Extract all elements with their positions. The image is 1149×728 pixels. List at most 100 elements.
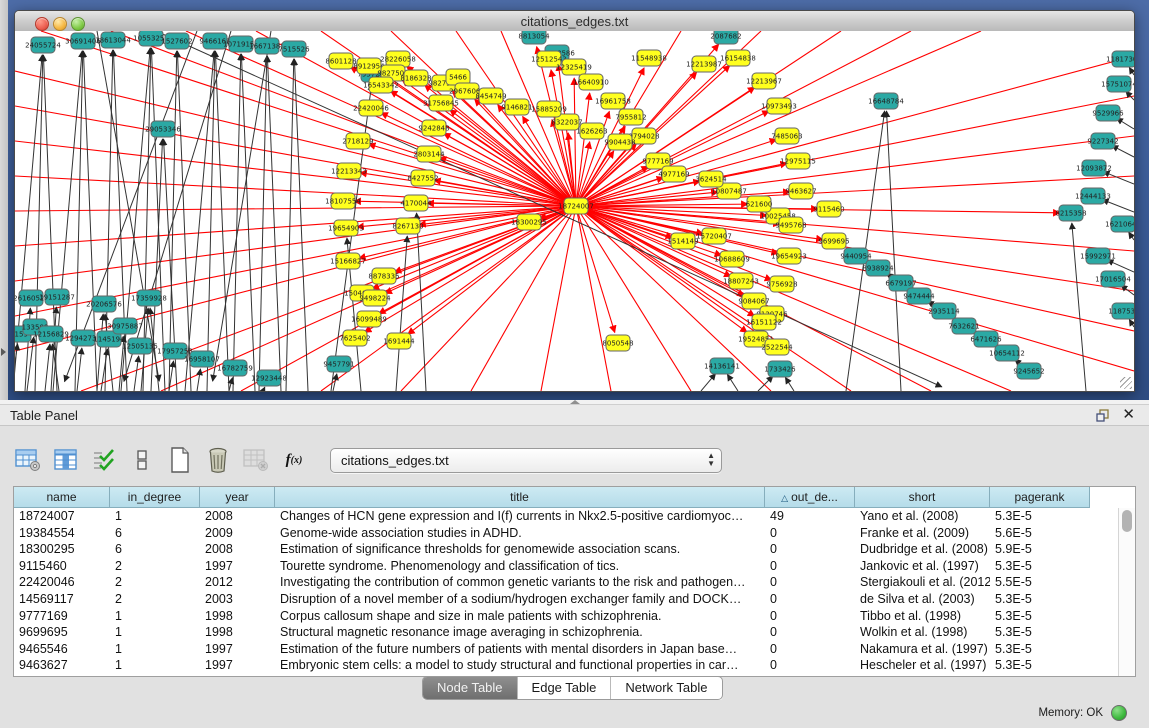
table-cell[interactable]: Stergiakouli et al. (2012) [855,574,990,591]
network-node[interactable]: 9699695 [818,233,849,249]
table-cell[interactable]: 0 [765,641,855,658]
divider-handle-icon[interactable] [570,400,580,404]
network-node[interactable]: 9495768 [775,217,806,233]
network-node[interactable]: 10688609 [714,251,750,267]
network-node[interactable]: 3624514 [695,171,727,187]
column-header-pagerank[interactable]: pagerank [990,487,1090,508]
network-node[interactable]: 16648784 [868,93,904,109]
collapsed-panel-arrow-icon[interactable] [1,348,6,356]
network-node[interactable]: 15751074 [1101,76,1134,92]
table-cell[interactable]: 5.3E-5 [990,657,1090,674]
network-node[interactable]: 11817304 [1106,51,1134,67]
tab-node-table[interactable]: Node Table [423,677,518,699]
table-cell[interactable]: 19384554 [14,525,110,542]
network-node[interactable]: 1527602 [161,33,192,49]
table-cell[interactable]: 14569117 [14,591,110,608]
table-row[interactable]: 1872400712008Changes of HCN gene express… [14,508,1119,525]
network-node[interactable]: 6471626 [970,331,1002,347]
table-cell[interactable]: 0 [765,525,855,542]
table-cell[interactable]: 18724007 [14,508,110,525]
new-table-icon[interactable] [166,446,194,474]
network-node[interactable]: 24055724 [25,37,61,53]
network-node[interactable]: 9904438 [604,134,635,150]
table-cell[interactable]: 5.3E-5 [990,558,1090,575]
table-cell[interactable]: 9777169 [14,608,110,625]
table-cell[interactable]: Corpus callosum shape and size in male p… [275,608,765,625]
column-header-in_degree[interactable]: in_degree [110,487,200,508]
table-cell[interactable]: 0 [765,608,855,625]
table-cell[interactable]: 18300295 [14,541,110,558]
network-node[interactable]: 1733426 [764,361,796,377]
table-row[interactable]: 977716911998Corpus callosum shape and si… [14,608,1119,625]
network-node[interactable]: 19151287 [39,289,75,305]
table-cell[interactable]: Investigating the contribution of common… [275,574,765,591]
network-node[interactable]: 16210643 [1105,216,1134,232]
network-node[interactable]: 8050548 [602,335,633,351]
table-cell[interactable]: 2008 [200,508,275,525]
network-node[interactable]: 7955812 [615,109,646,125]
network-node[interactable]: 2718129 [342,133,373,149]
table-cell[interactable]: 49 [765,508,855,525]
network-node[interactable]: 14136141 [704,358,740,374]
delete-table-icon[interactable] [204,446,232,474]
table-cell[interactable]: 5.3E-5 [990,508,1090,525]
network-node[interactable]: 1514149 [667,233,698,249]
network-node[interactable]: 19654903 [328,220,364,236]
table-cell[interactable]: Nakamura et al. (1997) [855,641,990,658]
network-node[interactable]: 12923448 [251,370,287,386]
table-cell[interactable]: 1 [110,608,200,625]
table-cell[interactable]: 1997 [200,641,275,658]
vertical-scrollbar[interactable] [1118,508,1135,676]
table-cell[interactable]: 9699695 [14,624,110,641]
network-node[interactable]: 8878335 [368,268,399,284]
table-cell[interactable]: Tourette syndrome. Phenomenology and cla… [275,558,765,575]
table-cell[interactable]: 5.3E-5 [990,624,1090,641]
table-row[interactable]: 946362711997Embryonic stem cells: a mode… [14,657,1119,674]
network-node[interactable]: 9474444 [903,288,935,304]
network-node[interactable]: 9498224 [359,290,391,306]
table-cell[interactable]: 0 [765,558,855,575]
table-settings-icon[interactable] [14,446,42,474]
table-cell[interactable]: 9115460 [14,558,110,575]
table-cell[interactable]: de Silva et al. (2003) [855,591,990,608]
table-cell[interactable]: Structural magnetic resonance image aver… [275,624,765,641]
table-cell[interactable]: 9465546 [14,641,110,658]
table-cell[interactable]: Hescheler et al. (1997) [855,657,990,674]
network-node[interactable]: 8186328 [400,70,431,86]
table-cell[interactable]: 2008 [200,541,275,558]
network-node[interactable]: 9115460 [813,201,844,217]
network-node[interactable]: 4170044 [400,195,432,211]
network-node[interactable]: 12213343 [331,163,367,179]
network-node[interactable]: 12213967 [746,73,782,89]
network-node[interactable]: 12213987 [686,56,722,72]
table-cell[interactable]: 2009 [200,525,275,542]
table-cell[interactable]: 9463627 [14,657,110,674]
network-node[interactable]: 9457791 [323,356,354,372]
window-resize-grip[interactable] [1120,377,1132,389]
table-cell[interactable]: 5.3E-5 [990,641,1090,658]
network-table-select[interactable]: citations_edges.txt ▲▼ [330,448,722,473]
table-cell[interactable]: Changes of HCN gene expression and I(f) … [275,508,765,525]
network-node[interactable]: 8267130 [392,218,423,234]
network-node[interactable]: 8938924 [862,260,894,276]
table-cell[interactable]: 1 [110,624,200,641]
scrollbar-thumb[interactable] [1122,510,1132,532]
tab-edge-table[interactable]: Edge Table [518,677,612,699]
network-node[interactable]: 4977169 [658,166,689,182]
table-cell[interactable]: 0 [765,541,855,558]
table-row[interactable]: 946554611997Estimation of the future num… [14,641,1119,658]
table-cell[interactable]: Dudbridge et al. (2008) [855,541,990,558]
table-row[interactable]: 2242004622012Investigating the contribut… [14,574,1119,591]
network-node[interactable]: 8601128 [325,53,356,69]
network-node[interactable]: 2087682 [710,31,741,44]
network-node[interactable]: 9529966 [1092,105,1124,121]
table-cell[interactable]: Franke et al. (2009) [855,525,990,542]
column-header-out_de[interactable]: △out_de... [765,487,855,508]
network-node[interactable]: 16154838 [720,50,756,66]
table-cell[interactable]: 6 [110,541,200,558]
table-cell[interactable]: 0 [765,657,855,674]
network-node[interactable]: 9146821 [501,99,532,115]
network-node[interactable]: 16782759 [217,360,253,376]
network-node[interactable]: 2803144 [413,146,445,162]
network-node[interactable]: 12975115 [780,153,816,169]
